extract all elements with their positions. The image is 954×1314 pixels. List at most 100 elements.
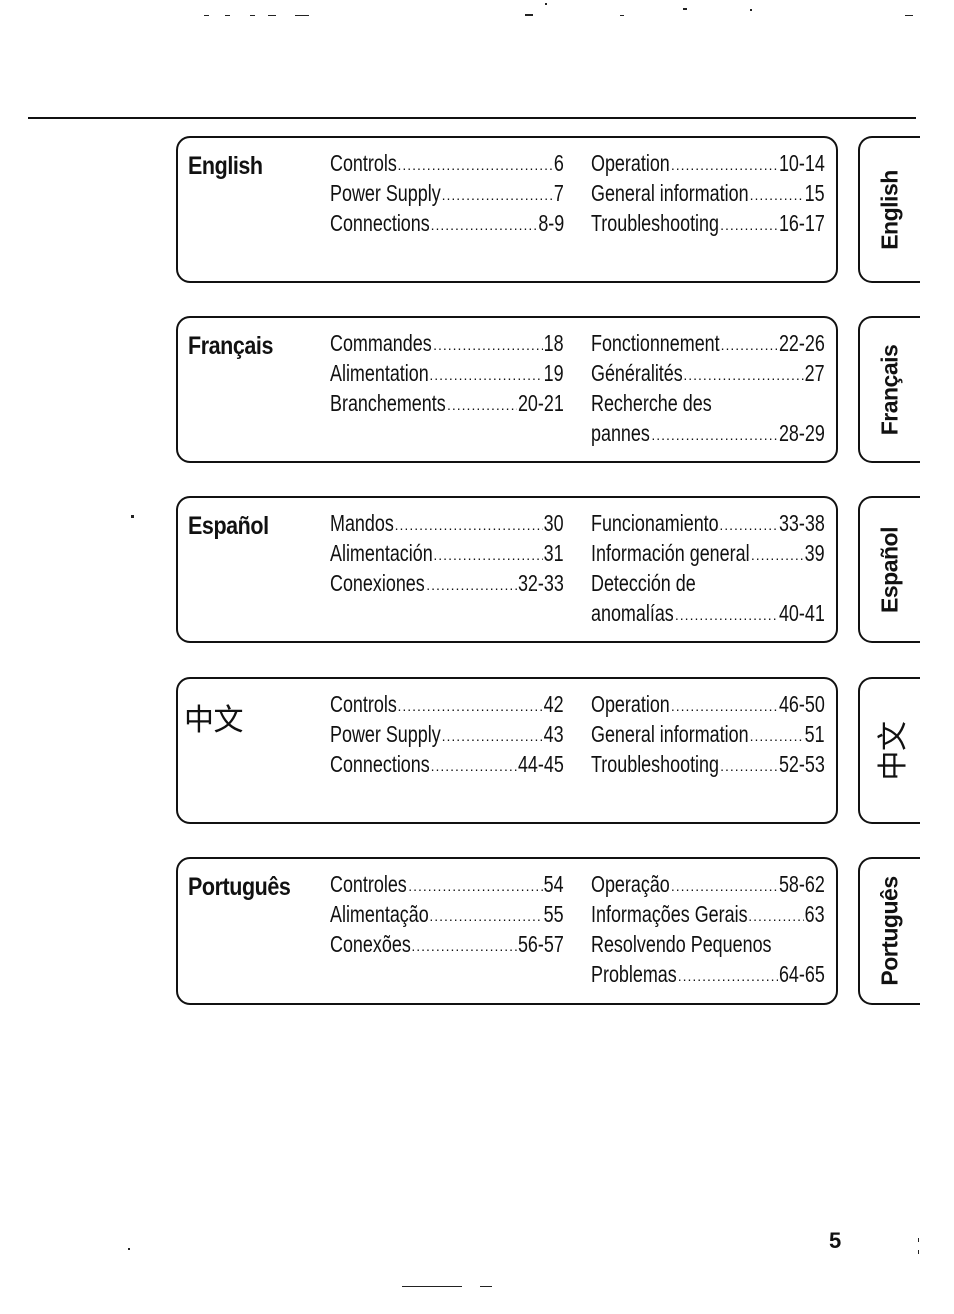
scan-speck — [225, 15, 230, 16]
toc-entry-label: General information — [591, 721, 749, 747]
section-francais: Français Commandes 18 Alimentation 19 Bran… — [176, 316, 838, 463]
toc-entry-label: Controls — [330, 691, 397, 717]
toc-entry[interactable]: General information 51 — [591, 719, 825, 749]
side-tab-label: Français — [876, 344, 903, 435]
toc-entry[interactable]: Connections 8-9 — [330, 208, 564, 238]
section-title: Português — [188, 873, 291, 901]
toc-entry-label: Recherche des — [591, 390, 712, 416]
toc-entry[interactable]: Operação 58-62 — [591, 869, 825, 899]
toc-entry[interactable]: Alimentação 55 — [330, 899, 564, 929]
toc-entry[interactable]: Operation 10-14 — [591, 148, 825, 178]
toc-entry-label: General information — [591, 180, 749, 206]
toc-column-left: Commandes 18 Alimentation 19 Branchements 2… — [330, 328, 564, 418]
leader-dots — [429, 360, 543, 388]
toc-entry[interactable]: Información general 39 — [591, 538, 825, 568]
toc-entry[interactable]: Fonctionnement 22-26 — [591, 328, 825, 358]
toc-entry-page: 16-17 — [779, 210, 825, 236]
section-title: 中文 — [184, 704, 244, 737]
toc-entry-page: 28-29 — [779, 420, 825, 446]
toc-column-left: Controles 54 Alimentação 55 Conexões 56-57 — [330, 869, 564, 959]
side-tab-espanol[interactable]: Español — [858, 496, 920, 643]
toc-entry-label: Resolvendo Pequenos — [591, 931, 772, 957]
leader-dots — [429, 901, 543, 929]
leader-dots — [719, 510, 778, 538]
toc-entry-label: Alimentation — [330, 360, 429, 386]
toc-entry[interactable]: anomalías 40-41 — [591, 598, 825, 628]
toc-entry-label: Operação — [591, 871, 670, 897]
toc-entry[interactable]: Troubleshooting 52-53 — [591, 749, 825, 779]
toc-entry-label: Alimentação — [330, 901, 429, 927]
leader-dots — [442, 721, 544, 749]
section-title: English — [188, 152, 263, 180]
scan-speck — [545, 3, 547, 5]
toc-entry[interactable]: Controls 6 — [330, 148, 564, 178]
toc-entry-page: 10-14 — [779, 150, 825, 176]
leader-dots — [721, 330, 779, 358]
side-tab-label: Português — [876, 876, 903, 986]
toc-entry-page: 46-50 — [779, 691, 825, 717]
leader-dots — [671, 871, 778, 899]
toc-entry-label: Detección de — [591, 570, 696, 596]
toc-entry-page: 63 — [805, 901, 825, 927]
toc-entry[interactable]: Problemas 64-65 — [591, 959, 825, 989]
side-tab-portugues[interactable]: Português — [858, 857, 920, 1005]
toc-entry[interactable]: Operation 46-50 — [591, 689, 825, 719]
toc-entry[interactable]: Mandos 30 — [330, 508, 564, 538]
toc-entry-label: Fonctionnement — [591, 330, 720, 356]
toc-entry[interactable]: Power Supply 7 — [330, 178, 564, 208]
toc-entry[interactable]: Troubleshooting 16-17 — [591, 208, 825, 238]
side-tab-label: 中文 — [877, 721, 910, 780]
toc-entry[interactable]: Branchements 20-21 — [330, 388, 564, 418]
scan-speck — [918, 1250, 919, 1254]
toc-entry-continued[interactable]: Resolvendo Pequenos — [591, 929, 825, 959]
toc-entry[interactable]: Informações Gerais 63 — [591, 899, 825, 929]
toc-entry-label: Alimentación — [330, 540, 433, 566]
toc-entry-page: 22-26 — [779, 330, 825, 356]
toc-entry[interactable]: Commandes 18 — [330, 328, 564, 358]
toc-entry[interactable]: Alimentación 31 — [330, 538, 564, 568]
toc-entry[interactable]: pannes 28-29 — [591, 418, 825, 448]
toc-column-left: Controls 6 Power Supply 7 Connections 8-9 — [330, 148, 564, 238]
toc-entry-page: 7 — [554, 180, 564, 206]
side-tab-chinese[interactable]: 中文 — [858, 677, 920, 824]
side-tab-english[interactable]: English — [858, 136, 920, 283]
toc-entry[interactable]: Funcionamiento 33-38 — [591, 508, 825, 538]
toc-entry[interactable]: Alimentation 19 — [330, 358, 564, 388]
toc-entry-label: Conexões — [330, 931, 411, 957]
scan-speck — [918, 1238, 919, 1242]
toc-entry-page: 56-57 — [518, 931, 564, 957]
toc-entry-page: 51 — [805, 721, 825, 747]
toc-entry[interactable]: Power Supply 43 — [330, 719, 564, 749]
scan-speck — [250, 15, 255, 16]
leader-dots — [395, 510, 544, 538]
toc-entry[interactable]: Controles 54 — [330, 869, 564, 899]
leader-dots — [750, 721, 805, 749]
toc-column-right: Operação 58-62 Informações Gerais 63 Resol… — [591, 869, 825, 989]
toc-entry-page: 19 — [544, 360, 564, 386]
leader-dots — [675, 600, 778, 628]
toc-entry[interactable]: General information 15 — [591, 178, 825, 208]
section-espanol: Español Mandos 30 Alimentación 31 Conexion… — [176, 496, 838, 643]
toc-column-left: Mandos 30 Alimentación 31 Conexiones 32-33 — [330, 508, 564, 598]
toc-entry[interactable]: Généralités 27 — [591, 358, 825, 388]
leader-dots — [397, 150, 553, 178]
toc-entry-label: Controls — [330, 150, 397, 176]
toc-entry-label: Controles — [330, 871, 407, 897]
scan-speck — [128, 1248, 130, 1250]
toc-entry-continued[interactable]: Detección de — [591, 568, 825, 598]
scan-speck — [620, 15, 624, 16]
toc-column-right: Fonctionnement 22-26 Généralités 27 Recher… — [591, 328, 825, 448]
toc-entry[interactable]: Connections 44-45 — [330, 749, 564, 779]
side-tab-francais[interactable]: Français — [858, 316, 920, 463]
side-tab-label: Español — [876, 526, 903, 613]
toc-entry-continued[interactable]: Recherche des — [591, 388, 825, 418]
scan-speck — [131, 515, 134, 518]
toc-entry-page: 64-65 — [779, 961, 825, 987]
toc-column-right: Operation 10-14 General information 15 Tro… — [591, 148, 825, 238]
toc-entry[interactable]: Conexiones 32-33 — [330, 568, 564, 598]
toc-entry-label: Commandes — [330, 330, 432, 356]
toc-entry-page: 39 — [805, 540, 825, 566]
toc-entry-page: 54 — [544, 871, 564, 897]
toc-entry[interactable]: Controls 42 — [330, 689, 564, 719]
toc-entry[interactable]: Conexões 56-57 — [330, 929, 564, 959]
